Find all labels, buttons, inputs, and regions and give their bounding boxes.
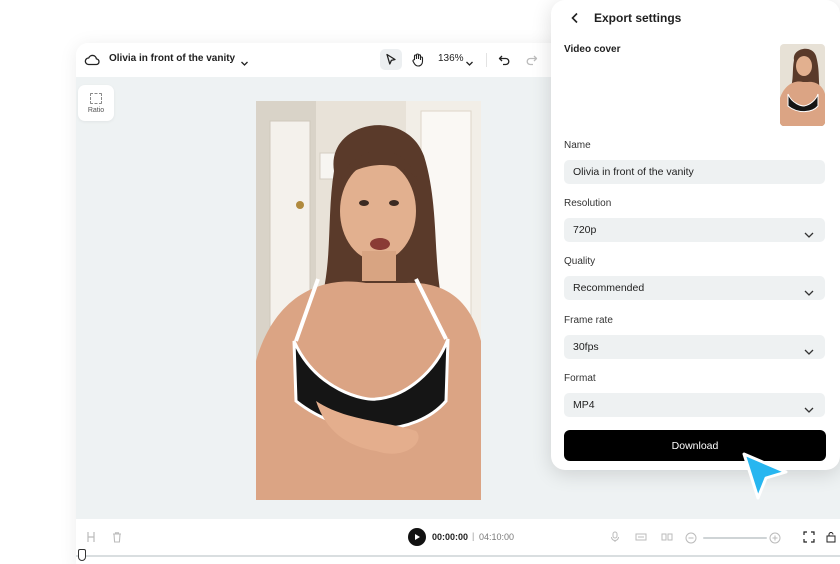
ratio-icon: [90, 92, 102, 104]
ratio-button[interactable]: Ratio: [78, 85, 114, 121]
undo-icon[interactable]: [495, 51, 513, 69]
ratio-label: Ratio: [87, 106, 105, 114]
cloud-icon[interactable]: [84, 52, 100, 68]
name-value: Olivia in front of the vanity: [573, 166, 694, 178]
split-icon[interactable]: [84, 530, 98, 544]
cover-thumbnail-image: [780, 44, 825, 126]
cursor-arrow-icon: [736, 448, 792, 504]
toolbar-divider: [486, 53, 487, 67]
project-title[interactable]: Olivia in front of the vanity: [109, 53, 235, 64]
play-button[interactable]: [408, 528, 426, 546]
resolution-select[interactable]: 720p: [564, 218, 825, 242]
resolution-value: 720p: [573, 224, 597, 236]
timeline-zoom-slider[interactable]: [703, 537, 767, 539]
chevron-down-icon: [804, 284, 814, 296]
pointer-tool-icon[interactable]: [380, 49, 402, 70]
name-input[interactable]: Olivia in front of the vanity: [564, 160, 825, 184]
timeline-playhead[interactable]: [78, 549, 86, 561]
redo-icon[interactable]: [522, 51, 540, 69]
chevron-down-icon: [804, 401, 814, 413]
format-label: Format: [564, 373, 596, 384]
chevron-down-icon[interactable]: [465, 55, 474, 66]
chevron-down-icon: [804, 343, 814, 355]
quality-value: Recommended: [573, 282, 645, 294]
quality-select[interactable]: Recommended: [564, 276, 825, 300]
zoom-level-dropdown[interactable]: 136%: [438, 53, 464, 64]
panel-title: Export settings: [594, 11, 682, 25]
time-separator: |: [472, 531, 475, 541]
hand-tool-icon[interactable]: [406, 49, 428, 70]
frame-rate-value: 30fps: [573, 341, 599, 353]
lock-icon[interactable]: [824, 530, 838, 544]
caption-icon[interactable]: [634, 530, 648, 544]
current-time: 00:00:00: [432, 532, 469, 542]
frame-rate-label: Frame rate: [564, 315, 613, 326]
playback-bar: 00:00:00 | 04:10:00: [76, 519, 840, 564]
video-preview[interactable]: [256, 101, 481, 500]
chevron-down-icon[interactable]: [240, 55, 249, 66]
mic-icon[interactable]: [608, 530, 622, 544]
fullscreen-icon[interactable]: [802, 530, 816, 544]
export-settings-panel: Export settings Video cover Name Olivia …: [551, 0, 840, 470]
split-scene-icon[interactable]: [660, 530, 674, 544]
total-time: 04:10:00: [479, 532, 515, 542]
video-cover-thumbnail[interactable]: [780, 44, 825, 126]
chevron-down-icon: [804, 226, 814, 238]
play-icon: [415, 534, 420, 540]
zoom-out-icon[interactable]: [684, 531, 698, 545]
trash-icon[interactable]: [110, 530, 124, 544]
format-select[interactable]: MP4: [564, 393, 825, 417]
name-label: Name: [564, 140, 591, 151]
back-arrow-icon[interactable]: [568, 10, 582, 26]
zoom-in-icon[interactable]: [768, 531, 782, 545]
video-frame-image: [256, 101, 481, 500]
frame-rate-select[interactable]: 30fps: [564, 335, 825, 359]
timeline-track[interactable]: [76, 555, 840, 557]
video-cover-label: Video cover: [564, 44, 621, 55]
quality-label: Quality: [564, 256, 596, 267]
resolution-label: Resolution: [564, 198, 612, 209]
format-value: MP4: [573, 399, 595, 411]
